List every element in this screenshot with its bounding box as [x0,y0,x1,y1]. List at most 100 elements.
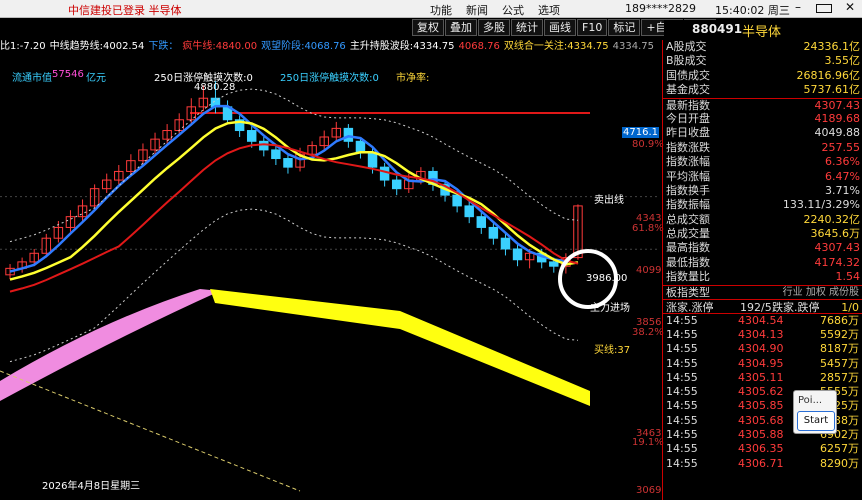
candle-body [343,127,354,142]
login-status: 中信建投已登录 半导体 [68,4,182,17]
indicator-value: 4068.76 [458,41,500,51]
board-type-label: 板指类型 [666,285,710,299]
fundamental-label: 平均涨幅 [666,169,710,183]
tick-volume: 8290万 [820,456,859,470]
restore-rights-button[interactable]: 复权 [412,19,444,36]
tick-time: 14:55 [666,428,698,442]
menu-options[interactable]: 选项 [538,2,560,18]
sell-line-label: 卖出线 [594,195,624,206]
down-value: 1/0 [841,300,859,314]
tick-row: 14:55 4304.95 5457万 [663,357,862,371]
tick-row: 14:55 4305.11 2857万 [663,371,862,385]
tick-time: 14:55 [666,385,698,399]
tick-time: 14:55 [666,370,698,384]
price-marker: 4716.1 [622,127,659,138]
up-label: 涨家.涨停 [666,300,714,314]
candle-body [464,205,474,218]
candle-body [549,261,559,267]
tick-price: 4304.13 [738,327,784,341]
fundamental-value: 3.71% [825,183,860,197]
fundamental-row: B股成交 3.55亿 [663,54,862,68]
fundamental-row: 基金成交 5737.61亿 [663,83,862,97]
indicator-value: 比1:-7.20 [0,41,46,51]
title-bar: 中信建投已登录 半导体 功能 新闻 公式 选项 189****2829 15:4… [0,0,862,18]
fundamental-value: 4307.43 [814,241,861,255]
f10-button[interactable]: F10 [577,19,608,36]
y-label-80: 80.9% [632,139,664,150]
fundamental-label: 国债成交 [666,68,710,82]
account-label[interactable]: 189****2829 [625,2,696,15]
minimize-icon[interactable]: – [790,0,806,16]
fundamental-row: 最新指数 4307.43 [663,97,862,112]
tick-volume: 8187万 [820,342,859,356]
candle-body [246,130,257,142]
red-trend-line [9,143,579,293]
candlestick-chart[interactable]: 流通市值 57546 亿元 250日涨停触摸次数:0 250日涨停触摸次数:0 … [0,51,664,500]
tick-volume: 5457万 [820,356,859,370]
tick-price: 4306.71 [738,456,784,470]
candle-body [500,237,511,250]
fundamental-label: 总成交量 [666,227,710,241]
tick-price: 4306.35 [738,442,784,456]
fundamental-label: 指数涨幅 [666,155,710,169]
indicator-value: 4334.75 [612,41,654,51]
fundamental-row: 今日开盘 4189.68 [663,112,862,126]
limit-touch-label-2: 250日涨停触摸次数:0 [280,73,379,84]
candle-body [379,166,390,181]
fundamental-value: 3645.6万 [810,227,861,241]
low-price-label: 3986.00 [586,273,628,284]
window-controls: – ✕ [790,0,858,16]
fundamental-value: 2240.32亿 [803,212,861,226]
fundamental-row: 指数涨幅 6.36% [663,155,862,169]
multi-stock-button[interactable]: 多股 [478,19,510,36]
tick-time: 14:55 [666,342,698,356]
main-menu: 功能 新闻 公式 选项 [430,2,560,18]
maximize-icon[interactable] [816,0,832,16]
fundamental-label: A股成交 [666,40,707,53]
fundamental-value: 4307.43 [814,98,861,112]
fundamental-label: 指数振幅 [666,198,710,212]
fundamental-row: 指数振幅 133.11/3.29% [663,198,862,212]
tick-time: 14:55 [666,442,698,456]
stock-header: 880491 半导体 [664,20,862,40]
menu-news[interactable]: 新闻 [466,2,488,18]
fundamental-row: 总成交量 3645.6万 [663,227,862,241]
tick-time: 14:55 [666,456,698,470]
fundamental-value: 4189.68 [814,111,861,125]
fundamental-label: B股成交 [666,54,707,68]
menu-functions[interactable]: 功能 [430,2,452,18]
tick-volume: 2857万 [820,370,859,384]
tick-volume: 7686万 [820,313,859,327]
fundamental-value: 3.55亿 [824,54,861,68]
fundamental-value: 5737.61亿 [803,83,861,97]
indicator-value: 下跌： [148,41,179,51]
menu-formula[interactable]: 公式 [502,2,524,18]
indicator-values-line: 比1:-7.20 中线趋势线:4002.54 下跌： 疯牛线:4840.00 观望阶段:… [0,37,660,51]
fundamental-label: 指数涨跌 [666,140,710,154]
start-button[interactable]: Start [797,411,835,431]
dashed-support-line [0,370,301,492]
board-type-value[interactable]: 行业 加权 成份股 [783,286,859,299]
tick-time: 14:55 [666,313,698,327]
tick-time: 14:55 [666,413,698,427]
peak-price-label: 4880.28 [194,82,236,93]
candle-body [283,158,293,168]
fundamental-label: 指数换手 [666,183,710,197]
close-icon[interactable]: ✕ [842,0,858,16]
overlay-button[interactable]: 叠加 [445,19,477,36]
board-type-row: 板指类型 行业 加权 成份股 [663,284,862,299]
candle-body [476,216,487,228]
mark-button[interactable]: 标记 [608,19,641,36]
fundamental-row: 最高指数 4307.43 [663,241,862,255]
chart-canvas[interactable] [0,51,660,500]
statistics-button[interactable]: 统计 [511,19,543,36]
indicator-value: 双线合一关注:4334.75 [503,41,609,51]
popup-title: Poi... [798,395,823,406]
tick-price: 4305.11 [738,370,784,384]
draw-line-button[interactable]: 画线 [544,19,576,36]
fundamental-row: 国债成交 26816.96亿 [663,69,862,83]
indicator-value: 中线趋势线:4002.54 [49,41,145,51]
tick-row: 14:55 4304.90 8187万 [663,342,862,356]
tick-row: 14:55 4304.54 7686万 [663,314,862,328]
market-cap-value: 57546 [52,69,84,80]
